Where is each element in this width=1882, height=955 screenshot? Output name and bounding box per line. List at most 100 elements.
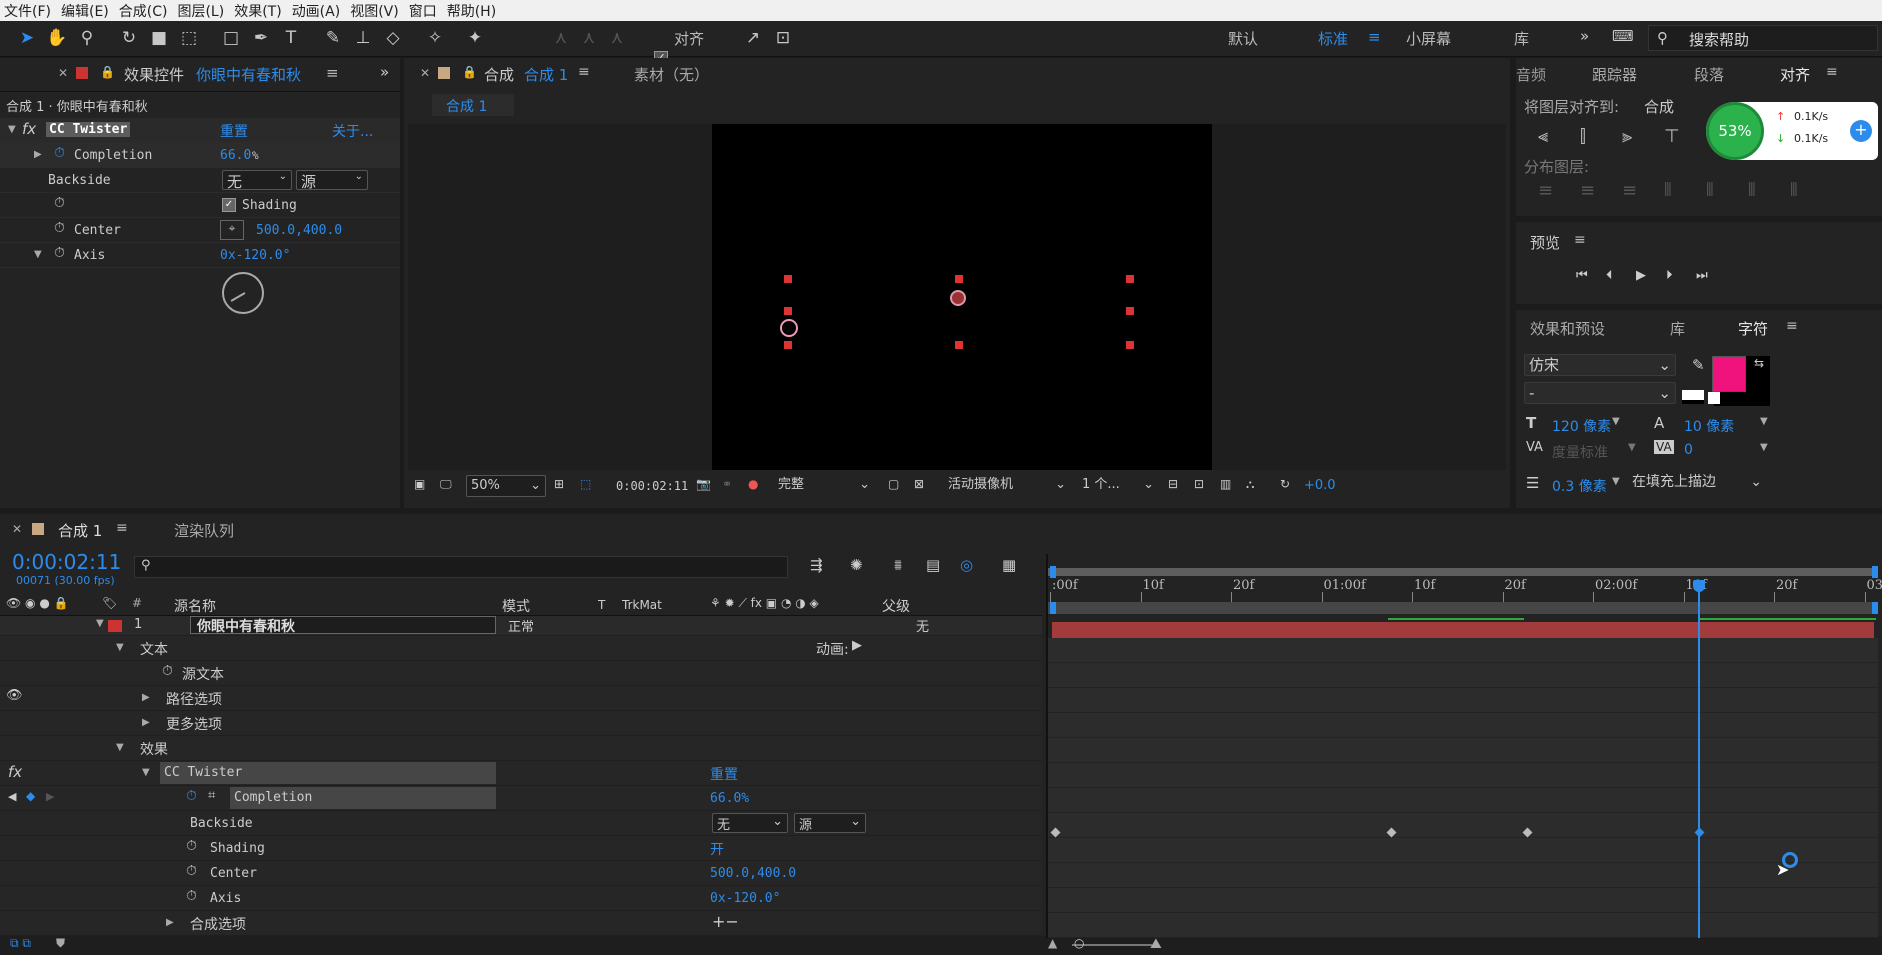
parent-header[interactable]: 父级 bbox=[882, 596, 910, 616]
axis-dial[interactable] bbox=[222, 272, 264, 314]
property-track[interactable] bbox=[1048, 638, 1878, 663]
comp-canvas[interactable] bbox=[712, 124, 1212, 470]
property-track[interactable] bbox=[1048, 813, 1878, 838]
render-queue-tab[interactable]: 渲染队列 bbox=[174, 520, 234, 541]
tab-align[interactable]: 对齐 bbox=[1780, 64, 1810, 85]
hand-tool-icon[interactable]: ✋ bbox=[46, 27, 68, 49]
time-ruler[interactable]: :00f10f20f01:00f10f20f02:00f10f20f03:00 bbox=[1048, 578, 1882, 604]
chevron-down-icon[interactable]: ▼ bbox=[1628, 442, 1636, 453]
effect-name-cell[interactable]: CC Twister bbox=[160, 762, 496, 784]
align-top-icon[interactable]: ⊤ bbox=[1664, 126, 1680, 147]
stopwatch-icon[interactable]: ⏱ bbox=[186, 888, 197, 904]
property-track[interactable] bbox=[1048, 763, 1878, 788]
layer-duration-bar[interactable] bbox=[1052, 622, 1874, 638]
zoom-slider-handle[interactable]: ○ bbox=[1074, 936, 1084, 950]
monitor-icon[interactable]: 🖵 bbox=[440, 477, 452, 492]
kerning-value[interactable]: 度量标准 bbox=[1552, 442, 1608, 462]
menu-effect[interactable]: 效果(T) bbox=[234, 1, 281, 21]
menu-view[interactable]: 视图(V) bbox=[350, 1, 399, 21]
bbox-handle[interactable] bbox=[955, 341, 963, 349]
panel-menu-icon[interactable]: ≡ bbox=[326, 64, 339, 82]
add-icon[interactable]: + bbox=[1850, 120, 1872, 142]
bbox-handle[interactable] bbox=[955, 275, 963, 283]
stopwatch-icon[interactable]: ⏱ bbox=[162, 663, 173, 679]
bbox-handle[interactable] bbox=[1126, 341, 1134, 349]
next-frame-icon[interactable]: ⏵ bbox=[1666, 268, 1673, 283]
collapse-effect-icon[interactable]: ▼ bbox=[142, 767, 150, 778]
crosshair-icon[interactable]: ⌖ bbox=[220, 220, 244, 240]
effect-center-point[interactable] bbox=[950, 290, 966, 306]
zoom-in-icon[interactable]: ⛰ bbox=[1150, 936, 1162, 952]
axis-value[interactable]: 0x-120.0° bbox=[220, 248, 290, 263]
lock-icon[interactable]: 🔒 bbox=[100, 65, 115, 79]
camera-select[interactable]: 活动摄像机 ⌄ bbox=[944, 475, 1070, 497]
bbox-handle[interactable] bbox=[1126, 307, 1134, 315]
previous-frame-icon[interactable]: ⏴ bbox=[1606, 268, 1613, 283]
stopwatch-icon[interactable]: ⏱ bbox=[54, 220, 65, 236]
pen-tool-icon[interactable]: ✒ bbox=[250, 27, 272, 49]
center-value[interactable]: 500.0,400.0 bbox=[710, 866, 796, 881]
camera-tool-icon[interactable]: ■ bbox=[148, 27, 170, 49]
bbox-handle[interactable] bbox=[784, 307, 792, 315]
expand-completion-icon[interactable]: ▶ bbox=[34, 149, 42, 160]
more-workspaces-icon[interactable]: » bbox=[1580, 27, 1589, 45]
timeline-graph-area[interactable]: :00f10f20f01:00f10f20f02:00f10f20f03:00 … bbox=[1046, 554, 1882, 938]
shading-checkbox[interactable]: ✓ bbox=[222, 198, 236, 212]
black-white-swatch[interactable] bbox=[1682, 390, 1704, 404]
grid-icon[interactable]: ⊞ bbox=[554, 477, 564, 491]
eraser-tool-icon[interactable]: ◇ bbox=[382, 27, 404, 49]
mode-header[interactable]: 模式 bbox=[502, 596, 530, 616]
chevron-down-icon[interactable]: ▼ bbox=[1612, 476, 1620, 487]
frame-blending-icon[interactable]: ▤ bbox=[926, 556, 940, 574]
stopwatch-icon[interactable]: ⏱ bbox=[54, 145, 65, 161]
comp-nav-tab[interactable]: 合成 1 bbox=[432, 94, 514, 116]
visibility-eye-icon[interactable]: 👁 bbox=[6, 688, 23, 703]
animate-menu-icon[interactable]: ▶ bbox=[852, 638, 862, 653]
property-track[interactable] bbox=[1048, 913, 1878, 938]
tab-tracker[interactable]: 跟踪器 bbox=[1592, 64, 1637, 85]
close-tab-icon[interactable]: ✕ bbox=[12, 522, 22, 536]
collapse-text-icon[interactable]: ▼ bbox=[116, 642, 124, 653]
comp-tab-prefix[interactable]: 合成 bbox=[484, 64, 514, 85]
graph-editor-icon[interactable]: ▦ bbox=[1002, 556, 1016, 574]
puppet-pin-tool-icon[interactable]: ✦ bbox=[464, 27, 486, 49]
align-hcenter-icon[interactable]: ⫿ bbox=[1580, 126, 1586, 147]
backside-source-select[interactable]: 源 ⌄ bbox=[296, 170, 368, 191]
path-options-row[interactable]: 👁 ▶ 路径选项 bbox=[0, 686, 1042, 711]
zoom-tool-icon[interactable]: ⚲ bbox=[76, 27, 98, 49]
align-right-icon[interactable]: ⫸ bbox=[1622, 126, 1632, 147]
effect-controls-tab-title[interactable]: 效果控件 bbox=[124, 64, 184, 85]
flowchart-icon[interactable]: ⛬ bbox=[1246, 477, 1254, 492]
timeline-search-input[interactable]: ⚲ bbox=[134, 556, 788, 578]
bbox-handle[interactable] bbox=[784, 275, 792, 283]
workspace-small-screen[interactable]: 小屏幕 bbox=[1406, 28, 1451, 49]
anchor-point-icon[interactable] bbox=[780, 319, 798, 337]
color-channels-icon[interactable]: ● bbox=[748, 477, 758, 491]
comp-viewer[interactable] bbox=[408, 124, 1506, 470]
source-name-header[interactable]: 源名称 bbox=[174, 596, 216, 616]
property-track[interactable] bbox=[1048, 838, 1878, 863]
font-size-value[interactable]: 120 像素 bbox=[1552, 416, 1611, 436]
backside-property-row[interactable]: Backside 无 ⌄ 源 ⌄ bbox=[0, 811, 1042, 836]
layer-mode-select[interactable]: 正常 bbox=[508, 616, 534, 635]
roto-brush-tool-icon[interactable]: ✧ bbox=[424, 27, 446, 49]
effect-name[interactable]: CC Twister bbox=[46, 122, 131, 137]
stopwatch-icon[interactable]: ⏱ bbox=[186, 788, 197, 804]
reset-exposure-icon[interactable]: ↻ bbox=[1280, 477, 1290, 491]
selection-tool-icon[interactable]: ➤ bbox=[16, 27, 38, 49]
stopwatch-icon[interactable]: ⏱ bbox=[54, 195, 65, 211]
effect-row[interactable]: fx ▼ CC Twister 重置 bbox=[0, 761, 1042, 786]
stopwatch-icon[interactable]: ⏱ bbox=[54, 245, 65, 261]
chevron-down-icon[interactable]: ▼ bbox=[1760, 416, 1768, 427]
property-track[interactable] bbox=[1048, 688, 1878, 713]
next-keyframe-icon[interactable]: ▶ bbox=[46, 790, 54, 803]
shading-property-row[interactable]: ⏱ Shading 开 bbox=[0, 836, 1042, 861]
resolution-select[interactable]: 完整 ⌄ bbox=[774, 475, 874, 497]
tab-audio[interactable]: 音频 bbox=[1516, 64, 1546, 85]
region-of-interest-icon[interactable]: ▢ bbox=[888, 477, 899, 491]
backside-source-select[interactable]: 源 ⌄ bbox=[794, 813, 866, 833]
mask-visibility-icon[interactable]: ⬚ bbox=[580, 477, 591, 491]
source-text-row[interactable]: ⏱ 源文本 bbox=[0, 661, 1042, 686]
comp-mini-flowchart-icon[interactable]: ⇶ bbox=[810, 556, 823, 574]
panel-menu-icon[interactable]: ≡ bbox=[1826, 64, 1838, 80]
